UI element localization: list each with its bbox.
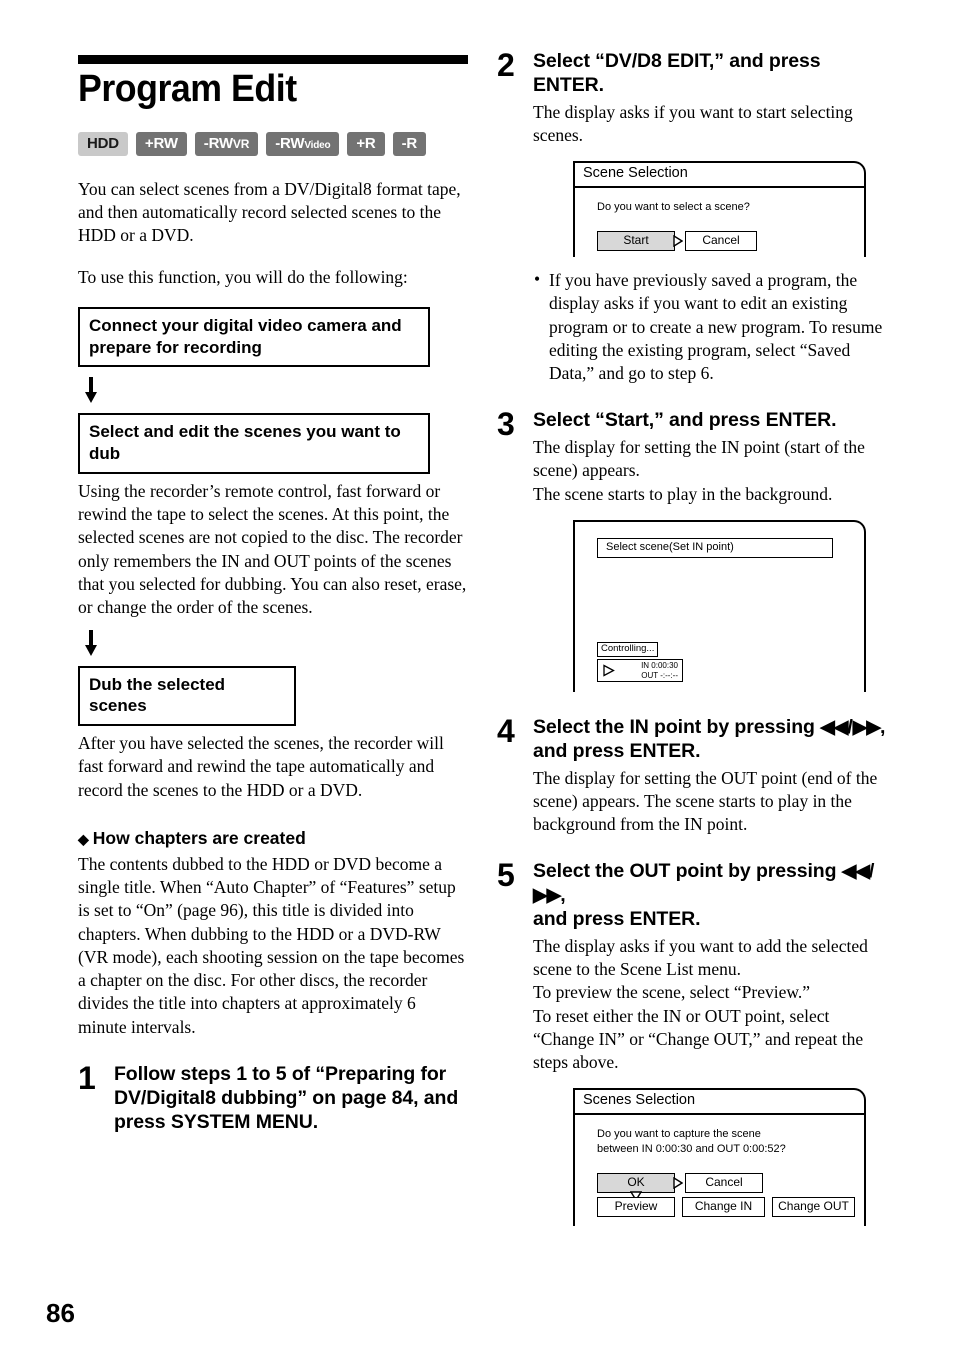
step-1-number: 1 — [78, 1059, 96, 1096]
change-out-button[interactable]: Change OUT — [772, 1197, 855, 1218]
intro-paragraph-2: To use this function, you will do the fo… — [78, 266, 408, 287]
step-2-note: If you have previously saved a program, … — [533, 268, 889, 385]
step-3-heading: Select “Start,” and press ENTER. — [533, 409, 837, 432]
change-in-button[interactable]: Change IN — [682, 1197, 765, 1218]
badge-minus-rw-video: -RWVideo — [266, 131, 340, 156]
step-2-heading: Select “DV/D8 EDIT,” and press ENTER. — [533, 50, 821, 96]
step-5-heading-post: , — [560, 884, 566, 907]
step-5-heading-sep: / — [868, 860, 875, 883]
how-chapters-heading-label: How chapters are created — [92, 827, 306, 848]
dialog-scenes-selection-title: Scenes Selection — [575, 1090, 864, 1116]
left-column: Program Edit HDD +RW -RWVR -RWVideo +R -… — [78, 55, 468, 1137]
ok-button[interactable]: OK — [597, 1172, 684, 1202]
dialog-set-in-point: Select scene(Set IN point) Controlling..… — [573, 520, 866, 692]
step-5-heading-line2: and press ENTER. — [533, 907, 701, 930]
right-column: 2 Select “DV/D8 EDIT,” and press ENTER. … — [497, 47, 889, 1227]
step-4: 4 Select the IN point by pressing ◀◀/▶▶,… — [497, 713, 889, 836]
step-3: 3 Select “Start,” and press ENTER. The d… — [497, 406, 889, 692]
start-button[interactable]: Start — [597, 230, 684, 252]
flow-box-connect-camera: Connect your digital video camera and pr… — [78, 306, 430, 368]
time-counter: IN 0:00:30 OUT -:--:-- — [597, 659, 683, 682]
in-label: IN — [641, 661, 650, 671]
page-title: Program Edit — [78, 68, 297, 110]
start-button-label: Start — [623, 232, 649, 247]
down-arrow-icon-2 — [84, 629, 98, 656]
step-4-heading-pre: Select the IN point by pressing — [533, 716, 821, 738]
set-in-point-field: Select scene(Set IN point) — [597, 538, 833, 559]
scenes-selection-buttons-row2: Preview Change IN Change OUT — [575, 1193, 864, 1218]
dialog-scenes-selection: Scenes Selection Do you want to capture … — [573, 1088, 866, 1227]
step-4-description: The display for setting the OUT point (e… — [533, 767, 878, 835]
badge-plus-rw: +RW — [135, 131, 187, 156]
step-4-heading-post: , — [879, 716, 886, 738]
intro-paragraph-1: You can select scenes from a DV/Digital8… — [78, 178, 461, 246]
cursor-right-icon — [673, 234, 684, 248]
step-5-number: 5 — [497, 857, 515, 894]
down-arrow-icon — [84, 377, 98, 404]
out-label: OUT — [641, 670, 658, 680]
badge-hdd: HDD — [78, 131, 128, 156]
page-number: 86 — [46, 1298, 75, 1328]
rewind-icon-2: ◀◀ — [841, 861, 870, 883]
fast-forward-icon-2: ▶▶ — [533, 885, 561, 907]
preview-button[interactable]: Preview — [597, 1197, 675, 1218]
flow-box-dub-scenes-text: After you have selected the scenes, the … — [78, 733, 444, 800]
cursor-right-icon-2 — [673, 1176, 684, 1190]
scenes-selection-message-line1: Do you want to capture the scene — [597, 1128, 761, 1141]
step-5-heading-pre: Select the OUT point by pressing — [533, 860, 842, 883]
badge-minus-r: -R — [392, 131, 427, 156]
step-2-description: The display asks if you want to start se… — [533, 101, 853, 145]
set-in-point-status: Controlling... IN 0:00:30 OUT -:--:-- — [597, 638, 683, 682]
step-3-description: The display for setting the IN point (st… — [533, 437, 865, 504]
dialog-scene-selection-message: Do you want to select a scene? — [597, 201, 750, 214]
flow-box-select-edit-text: Using the recorder’s remote control, fas… — [78, 480, 467, 618]
step-1: 1 Follow steps 1 to 5 of “Preparing for … — [78, 1059, 468, 1137]
rewind-icon: ◀◀ — [820, 717, 848, 738]
title-rule — [78, 55, 468, 64]
step-1-heading: Follow steps 1 to 5 of “Preparing for DV… — [114, 1062, 459, 1133]
step-3-number: 3 — [497, 406, 515, 443]
ok-button-label: OK — [627, 1174, 645, 1189]
scenes-cancel-button[interactable]: Cancel — [685, 1172, 763, 1194]
dialog-scene-selection-buttons: Start Cancel — [575, 215, 864, 252]
scenes-selection-buttons-row1: OK Cancel — [575, 1157, 864, 1202]
step-2-notes: If you have previously saved a program, … — [533, 268, 889, 385]
step-5-description: The display asks if you want to add the … — [533, 935, 868, 1073]
dialog-scenes-selection-message: Do you want to capture the scene between… — [575, 1115, 864, 1157]
media-badge-list: HDD +RW -RWVR -RWVideo +R -R — [78, 131, 468, 156]
step-2: 2 Select “DV/D8 EDIT,” and press ENTER. … — [497, 47, 889, 385]
time-counter-values: IN 0:00:30 OUT -:--:-- — [620, 661, 678, 680]
scenes-selection-message-line2: between IN 0:00:30 and OUT 0:00:52? — [597, 1143, 786, 1156]
step-4-heading-line2: and press ENTER. — [533, 739, 701, 762]
badge-minus-rw-vr: -RWVR — [194, 131, 259, 156]
step-5: 5 Select the OUT point by pressing ◀◀/ ▶▶… — [497, 857, 889, 1227]
diamond-bullet-icon: ◆ — [78, 830, 89, 847]
fast-forward-icon: ▶▶ — [852, 717, 881, 738]
flow-box-select-edit: Select and edit the scenes you want to d… — [78, 413, 430, 474]
controlling-chip: Controlling... — [597, 642, 659, 658]
step-5-heading: Select the OUT point by pressing ◀◀/ ▶▶, a… — [533, 860, 889, 931]
in-time: 0:00:30 — [651, 661, 678, 671]
step-4-heading: Select the IN point by pressing ◀◀/▶▶, an… — [533, 716, 889, 764]
document-page: Program Edit HDD +RW -RWVR -RWVideo +R -… — [0, 0, 954, 1352]
play-triangle-icon — [602, 664, 615, 677]
step-4-number: 4 — [497, 713, 515, 749]
flow-box-dub-scenes: Dub the selected scenes — [78, 665, 296, 727]
how-chapters-text: The contents dubbed to the HDD or DVD be… — [78, 853, 465, 1037]
cancel-button[interactable]: Cancel — [685, 230, 757, 252]
dialog-scene-selection-title: Scene Selection — [575, 163, 864, 189]
badge-plus-r: +R — [347, 131, 385, 156]
step-2-number: 2 — [497, 47, 515, 83]
out-time: -:--:-- — [660, 670, 678, 680]
dialog-scene-selection: Scene Selection Do you want to select a … — [573, 161, 866, 258]
how-chapters-heading: ◆ How chapters are created — [78, 828, 468, 849]
